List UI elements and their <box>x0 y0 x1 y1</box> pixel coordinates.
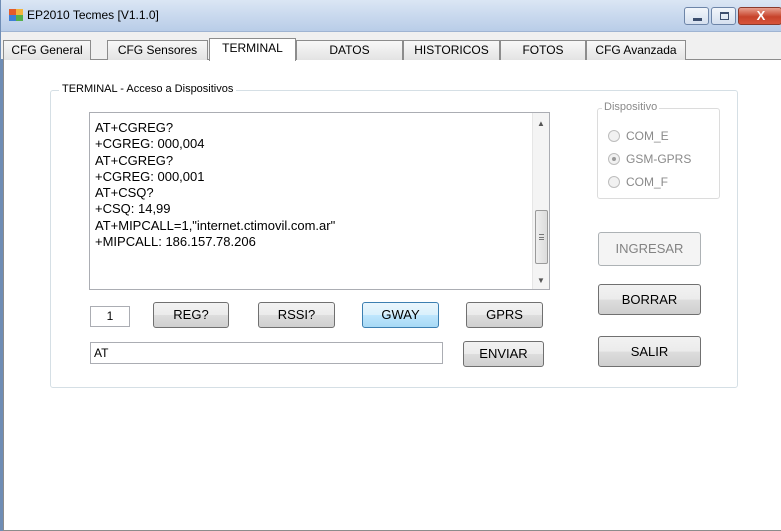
scroll-down-arrow-icon[interactable]: ▼ <box>533 273 549 289</box>
title-bar[interactable]: EP2010 Tecmes [V1.1.0] X <box>1 0 781 32</box>
close-button[interactable]: X <box>738 7 781 25</box>
terminal-output[interactable]: AT+CGREG? +CGREG: 000,004 AT+CGREG? +CGREG:… <box>89 112 550 290</box>
scroll-thumb[interactable] <box>535 210 548 264</box>
radio-icon <box>608 130 620 142</box>
gway-button[interactable]: GWAY <box>362 302 439 328</box>
terminal-lines: AT+CGREG? +CGREG: 000,004 AT+CGREG? +CGREG:… <box>95 120 335 250</box>
tab-cfg-avanzada[interactable]: CFG Avanzada <box>586 40 686 60</box>
tab-historicos[interactable]: HISTORICOS <box>403 40 500 60</box>
maximize-button[interactable] <box>711 7 736 25</box>
tab-cfg-sensores[interactable]: CFG Sensores <box>107 40 208 60</box>
close-icon: X <box>756 8 766 23</box>
gprs-button[interactable]: GPRS <box>466 302 543 328</box>
terminal-line: +CSQ: 14,99 <box>95 201 171 217</box>
rssi-button[interactable]: RSSI? <box>258 302 335 328</box>
terminal-line: AT+CSQ? <box>95 185 154 201</box>
window-title: EP2010 Tecmes [V1.1.0] <box>27 8 159 22</box>
radio-checked-icon <box>608 153 620 165</box>
enviar-button[interactable]: ENVIAR <box>463 341 544 367</box>
borrar-button[interactable]: BORRAR <box>598 284 701 315</box>
device-group-title: Dispositivo <box>602 101 660 113</box>
terminal-line: AT+CGREG? <box>95 152 174 168</box>
app-icon <box>9 9 23 21</box>
ingresar-button[interactable]: INGRESAR <box>598 232 701 266</box>
tab-fotos[interactable]: FOTOS <box>500 40 586 60</box>
terminal-group-title: TERMINAL - Acceso a Dispositivos <box>59 83 237 95</box>
terminal-line: AT+MIPCALL=1,"internet.ctimovil.com.ar" <box>95 217 336 233</box>
app-window: EP2010 Tecmes [V1.1.0] X CFG General CFG… <box>0 0 781 531</box>
terminal-line: +CGREG: 000,004 <box>95 136 205 152</box>
reg-button[interactable]: REG? <box>153 302 229 328</box>
tab-terminal[interactable]: TERMINAL <box>209 38 296 61</box>
minimize-button[interactable] <box>684 7 709 25</box>
salir-button[interactable]: SALIR <box>598 336 701 367</box>
tab-datos[interactable]: DATOS <box>296 40 403 60</box>
tab-strip: CFG General CFG Sensores TERMINAL DATOS … <box>1 38 781 61</box>
terminal-line: AT+CGREG? <box>95 120 174 135</box>
counter-field[interactable]: 1 <box>90 306 130 327</box>
scroll-grip-icon <box>539 234 544 240</box>
scroll-up-arrow-icon[interactable]: ▲ <box>533 116 549 132</box>
window-border <box>1 59 3 531</box>
command-input[interactable]: AT <box>90 342 443 364</box>
tab-cfg-general[interactable]: CFG General <box>3 40 91 60</box>
terminal-line: +MIPCALL: 186.157.78.206 <box>95 234 256 250</box>
maximize-icon <box>720 12 729 20</box>
radio-icon <box>608 176 620 188</box>
minimize-icon <box>693 18 702 21</box>
terminal-line: +CGREG: 000,001 <box>95 168 205 184</box>
terminal-scrollbar[interactable]: ▲ ▼ <box>532 113 549 289</box>
